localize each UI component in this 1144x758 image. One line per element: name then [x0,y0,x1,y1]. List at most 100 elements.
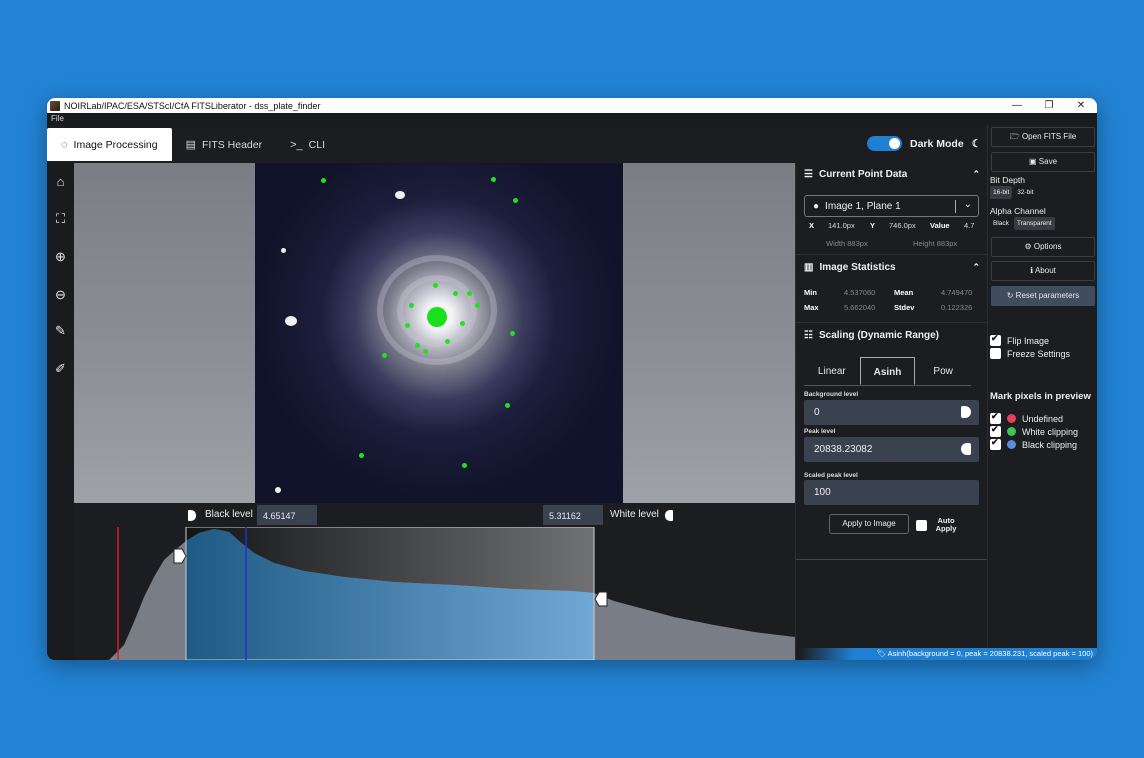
mark-white-clipping-checkbox[interactable] [990,424,1001,437]
scaled-peak-value: 100 [814,487,831,498]
maximize-button[interactable]: ❐ [1033,100,1065,111]
home-icon[interactable]: ⌂ [53,174,68,189]
auto-apply-control: Auto Apply [916,517,959,533]
mark-black-clipping-checkbox[interactable] [990,437,1001,450]
min-label: Min [804,288,817,297]
apply-to-image-button[interactable]: Apply to Image [829,514,909,534]
value-value: 4.7 [964,221,975,230]
bit-depth-label: Bit Depth [990,175,1025,185]
background-handle-icon [961,406,971,418]
alpha-channel-selector: Black Transparent [990,217,1055,230]
mark-white-clipping-label: White clipping [1022,426,1079,437]
mean-value: 4.749470 [941,288,973,297]
folder-icon: 🗁 [1009,132,1020,141]
minimize-button[interactable]: — [1001,100,1033,111]
freeze-settings-checkbox[interactable] [990,348,1001,359]
tab-asinh[interactable]: Asinh [859,357,916,385]
x-label: X [809,221,815,230]
bit-16-option[interactable]: 16-bit [990,186,1013,199]
level-bar: Black level 4.65147 5.31162 White level [74,503,795,527]
save-button[interactable]: ▣ Save [991,152,1095,172]
histogram[interactable] [74,527,795,660]
flip-image-checkbox[interactable] [990,333,1001,346]
statistics-header[interactable]: ▥ Image Statistics ⌃ [796,256,988,278]
section-title: Image Statistics [819,261,896,273]
save-icon: ▣ [1028,157,1037,166]
tab-linear[interactable]: Linear [804,357,860,385]
peak-handle-icon [961,443,971,455]
eyedropper-pin-icon[interactable]: ✐ [53,361,68,376]
moon-icon: ☾ [971,137,982,150]
options-button[interactable]: ⚙ Options [991,237,1095,257]
x-value: 141.0px [828,221,855,230]
zoom-in-icon[interactable]: ⊕ [53,249,68,264]
tab-image-processing[interactable]: ◌ Image Processing [47,128,172,161]
y-value: 746.0px [889,221,916,230]
mark-pixels-heading: Mark pixels in preview [990,391,1091,402]
tag-icon: 🏷 [876,649,886,658]
image-preview[interactable] [74,163,795,503]
main-tabs: ◌ Image Processing ▤ FITS Header >_ CLI [47,125,987,161]
tab-fits-header[interactable]: ▤ FITS Header [172,128,277,161]
bit-32-option[interactable]: 32-bit [1014,186,1036,199]
background-level-label: Background level [804,391,859,398]
auto-apply-checkbox[interactable] [916,519,927,531]
plane-select[interactable]: ● Image 1, Plane 1 ⌄ [804,195,979,217]
reset-label: Reset parameters [1015,291,1080,300]
menu-file[interactable]: File [51,114,64,123]
app-icon [50,100,60,111]
peak-level-input[interactable]: 20838.23082 [804,437,979,462]
tab-label: FITS Header [202,138,263,151]
peak-level-value: 20838.23082 [814,444,873,455]
zoom-out-icon[interactable]: ⊖ [53,287,68,302]
dark-mode-toggle[interactable] [867,136,902,151]
background-level-input[interactable]: 0 [804,400,979,425]
close-button[interactable]: ✕ [1065,100,1097,111]
plane-select-value: Image 1, Plane 1 [825,200,901,212]
viewer-toolbar: ⌂ ⛶ ⊕ ⊖ ✎ ✐ [47,163,74,660]
eyedropper-icon[interactable]: ✎ [53,323,68,338]
tab-cli[interactable]: >_ CLI [276,128,339,161]
current-point-section: ☰ Current Point Data ⌃ ● Image 1, Plane … [796,163,988,255]
open-fits-file-button[interactable]: 🗁 Open FITS File [991,127,1095,147]
status-text: Asinh(background = 0, peak = 20838.231, … [887,649,1093,658]
info-icon: ℹ [1030,266,1034,275]
window-title: NOIRLab/IPAC/ESA/STScI/CfA FITSLiberator… [64,100,321,111]
scaling-header[interactable]: ☷ Scaling (Dynamic Range) [796,324,988,346]
reset-parameters-button[interactable]: ↻ Reset parameters [991,286,1095,306]
fit-screen-icon[interactable]: ⛶ [53,211,68,226]
scaled-peak-label: Scaled peak level [804,472,858,479]
flip-image-row: Flip Image [990,333,1049,346]
galaxy-image[interactable] [255,163,623,503]
black-level-input[interactable]: 4.65147 [257,505,317,525]
tab-pow[interactable]: Pow [915,357,971,385]
statistics-section: ▥ Image Statistics ⌃ Min 4.537060 Mean 4… [796,256,988,323]
tab-label: CLI [308,138,325,151]
mean-label: Mean [894,288,914,297]
bit-depth-selector: 16-bit 32-bit [990,186,1037,199]
mark-undefined-label: Undefined [1022,413,1064,424]
max-label: Max [804,303,819,312]
menu-bar: File [47,113,1097,125]
scaled-peak-input[interactable]: 100 [804,480,979,505]
alpha-channel-label: Alpha Channel [990,206,1046,216]
chevron-up-icon[interactable]: ⌃ [972,262,980,273]
y-label: Y [870,221,876,230]
black-level-marker[interactable] [187,509,197,522]
app-window: NOIRLab/IPAC/ESA/STScI/CfA FITSLiberator… [47,98,1097,660]
black-level-label: Black level [205,509,253,520]
chevron-up-icon[interactable]: ⌃ [972,169,980,180]
current-point-header[interactable]: ☰ Current Point Data ⌃ [796,163,988,185]
white-level-marker[interactable] [664,509,674,522]
alpha-black-option[interactable]: Black [990,217,1012,230]
alpha-transparent-option[interactable]: Transparent [1013,217,1055,230]
white-level-input[interactable]: 5.31162 [543,505,603,525]
mark-undefined-checkbox[interactable] [990,411,1001,424]
freeze-settings-row: Freeze Settings [990,348,1070,359]
max-value: 5.662040 [844,303,876,312]
scaling-tabs: Linear Asinh Pow [804,357,971,386]
tab-label: Image Processing [73,138,158,151]
section-title: Current Point Data [818,168,908,180]
gear-icon: ⚙ [1024,242,1032,251]
about-button[interactable]: ℹ About [991,261,1095,281]
